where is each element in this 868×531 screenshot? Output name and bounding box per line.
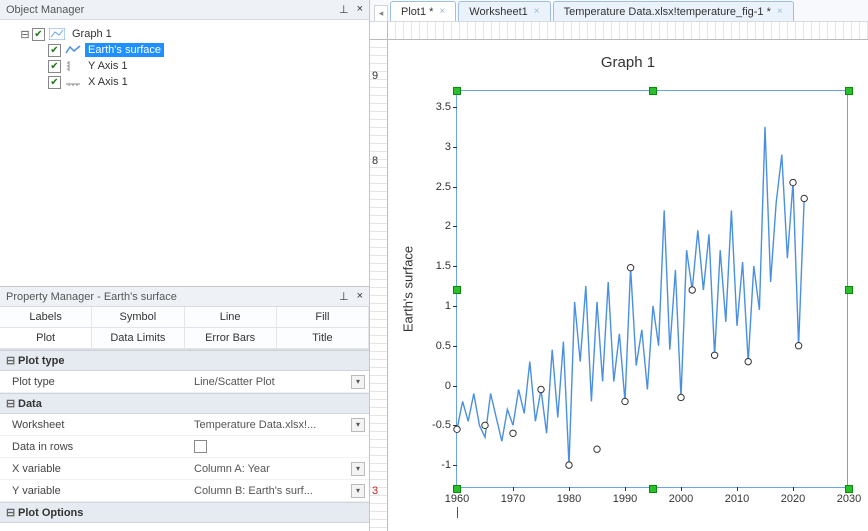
pin-icon[interactable]: ⊥ (339, 3, 349, 16)
close-tab-icon[interactable]: × (777, 6, 783, 17)
selection-handle[interactable] (845, 87, 853, 95)
data-marker[interactable] (622, 398, 628, 404)
data-marker[interactable] (594, 446, 600, 452)
checkbox[interactable]: ✔ (48, 60, 61, 73)
selection-handle[interactable] (845, 485, 853, 493)
data-marker[interactable] (538, 386, 544, 392)
prop-x-variable[interactable]: X variable ▾ (0, 458, 369, 480)
group-data[interactable]: ⊟Data (0, 393, 369, 414)
plot-stage[interactable]: 9 8 3 Graph 1 -1-0.500.511.522.533.51960… (370, 22, 868, 531)
data-marker[interactable] (566, 462, 572, 468)
selection-handle[interactable] (453, 87, 461, 95)
ruler-corner (370, 22, 388, 40)
close-icon[interactable]: × (357, 3, 363, 16)
tab-data-limits[interactable]: Data Limits (92, 328, 184, 349)
y-axis-icon (65, 60, 81, 73)
property-tabs: Labels Symbol Line Fill Plot Data Limits… (0, 307, 369, 350)
close-tab-icon[interactable]: × (439, 6, 445, 17)
selection-handle[interactable] (453, 286, 461, 294)
graph-icon (49, 28, 65, 41)
group-plot-type[interactable]: ⊟Plot type (0, 350, 369, 371)
x-axis-icon (65, 76, 81, 89)
close-icon[interactable]: × (357, 290, 363, 303)
dropdown-icon[interactable]: ▾ (351, 375, 365, 389)
tab-fill[interactable]: Fill (277, 307, 369, 328)
ruler-marker-icon (457, 507, 458, 518)
dropdown-icon[interactable]: ▾ (351, 462, 365, 476)
checkbox[interactable] (194, 440, 207, 453)
tab-datafile[interactable]: Temperature Data.xlsx!temperature_fig-1 … (553, 1, 794, 21)
chart-plot-area[interactable]: -1-0.500.511.522.533.5196019701980199020… (456, 90, 848, 488)
xvar-input[interactable] (194, 463, 347, 475)
checkbox[interactable]: ✔ (48, 76, 61, 89)
property-manager-header: Property Manager - Earth's surface ⊥ × (0, 287, 369, 307)
tab-worksheet1[interactable]: Worksheet1× (458, 1, 550, 21)
data-marker[interactable] (678, 394, 684, 400)
tab-plot1[interactable]: Plot1 *× (390, 1, 456, 21)
selection-handle[interactable] (845, 286, 853, 294)
object-tree[interactable]: ⊟ ✔ Graph 1 ✔ Earth's surface ✔ Y Axis 1… (0, 20, 369, 286)
data-marker[interactable] (790, 179, 796, 185)
tree-label: Graph 1 (69, 27, 115, 41)
document-tabbar: ◂ Plot1 *× Worksheet1× Temperature Data.… (370, 0, 868, 22)
prop-worksheet[interactable]: Worksheet ▾ (0, 414, 369, 436)
line-plot-icon (65, 44, 81, 57)
data-marker[interactable] (482, 422, 488, 428)
tree-label: X Axis 1 (85, 75, 131, 89)
data-marker[interactable] (745, 358, 751, 364)
prop-plot-type[interactable]: Plot type ▾ (0, 371, 369, 393)
tree-node-xaxis[interactable]: ✔ X Axis 1 (4, 74, 365, 90)
plot-type-input[interactable] (194, 376, 347, 388)
tree-node-graph[interactable]: ⊟ ✔ Graph 1 (4, 26, 365, 42)
object-manager-header: Object Manager ⊥ × (0, 0, 369, 20)
tree-label-selected: Earth's surface (85, 43, 164, 57)
prop-data-in-rows[interactable]: Data in rows (0, 436, 369, 458)
selection-handle[interactable] (453, 485, 461, 493)
chart-line-series[interactable] (457, 91, 847, 487)
tree-label: Y Axis 1 (85, 59, 131, 73)
close-tab-icon[interactable]: × (534, 6, 540, 17)
group-plot-options[interactable]: ⊟Plot Options (0, 502, 369, 523)
tab-title[interactable]: Title (277, 328, 369, 349)
tab-nav-left[interactable]: ◂ (374, 5, 388, 21)
dropdown-icon[interactable]: ▾ (351, 418, 365, 432)
tab-labels[interactable]: Labels (0, 307, 92, 328)
y-axis-label[interactable]: Earth's surface (401, 246, 416, 332)
data-marker[interactable] (510, 430, 516, 436)
tab-symbol[interactable]: Symbol (92, 307, 184, 328)
selection-handle[interactable] (649, 485, 657, 493)
collapse-icon[interactable]: ⊟ (18, 28, 32, 41)
tab-line[interactable]: Line (185, 307, 277, 328)
checkbox[interactable]: ✔ (32, 28, 45, 41)
data-marker[interactable] (711, 352, 717, 358)
dropdown-icon[interactable]: ▾ (351, 484, 365, 498)
data-marker[interactable] (795, 343, 801, 349)
worksheet-input[interactable] (194, 419, 347, 431)
data-marker[interactable] (627, 265, 633, 271)
pin-icon[interactable]: ⊥ (339, 290, 349, 303)
data-marker[interactable] (801, 195, 807, 201)
tab-error-bars[interactable]: Error Bars (185, 328, 277, 349)
tree-node-series[interactable]: ✔ Earth's surface (4, 42, 365, 58)
data-marker[interactable] (689, 287, 695, 293)
ruler-horizontal (388, 22, 868, 40)
checkbox[interactable]: ✔ (48, 44, 61, 57)
object-manager-title: Object Manager (6, 4, 84, 16)
yvar-input[interactable] (194, 485, 347, 497)
prop-y-variable[interactable]: Y variable ▾ (0, 480, 369, 502)
selection-handle[interactable] (649, 87, 657, 95)
tab-plot[interactable]: Plot (0, 328, 92, 349)
property-manager-title: Property Manager - Earth's surface (6, 291, 177, 303)
tree-node-yaxis[interactable]: ✔ Y Axis 1 (4, 58, 365, 74)
ruler-vertical: 9 8 3 (370, 40, 388, 531)
chart-title[interactable]: Graph 1 (388, 54, 868, 71)
